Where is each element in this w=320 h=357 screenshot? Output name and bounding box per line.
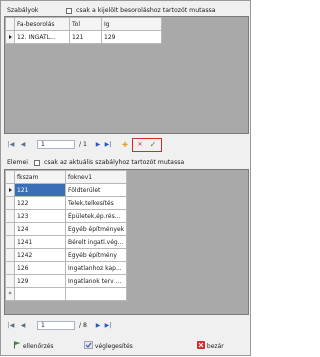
elements-table: fkszam foknev1 121 Földterület 122 Telek… <box>5 170 128 301</box>
rules-filter-checkbox[interactable] <box>66 8 72 14</box>
elements-header-row: fkszam foknev1 <box>5 170 128 184</box>
cell-foknev[interactable]: Épületek,ép.rés... <box>64 209 128 223</box>
flag-icon <box>14 341 21 349</box>
table-row[interactable]: 123 Épületek,ép.rés... <box>5 209 128 223</box>
row-header <box>5 235 15 249</box>
elements-grid[interactable]: fkszam foknev1 121 Földterület 122 Telek… <box>4 169 249 315</box>
row-header-corner <box>5 170 15 184</box>
cell-foknev[interactable]: Bérelt ingatl.vég... <box>64 235 128 249</box>
elements-navigator: |◀ ◀ 1 / 8 ▶ ▶| <box>4 319 249 333</box>
cell-tol[interactable]: 121 <box>69 30 102 44</box>
finalize-icon <box>84 341 93 349</box>
cell-fkszam[interactable]: 122 <box>14 196 66 210</box>
cell-fkszam[interactable]: 123 <box>14 209 66 223</box>
close-button-label: bezár <box>206 343 224 350</box>
elements-filter-checkbox[interactable] <box>34 160 40 166</box>
rules-group-label: Szabályok <box>7 7 39 14</box>
cell-fkszam[interactable]: 1242 <box>14 248 66 262</box>
previous-record-icon[interactable]: ◀ <box>18 140 28 150</box>
check-button[interactable]: ellenőrzés <box>13 341 54 353</box>
cell-fkszam[interactable]: 126 <box>14 261 66 275</box>
table-row[interactable]: 1241 Bérelt ingatl.vég... <box>5 235 128 249</box>
elements-record-count: / 8 <box>79 322 87 329</box>
dialog-window: Szabályok csak a kijelölt besoroláshoz t… <box>0 0 251 356</box>
save-record-icon[interactable]: ✓ <box>148 140 158 150</box>
check-button-label: ellenőrzés <box>22 343 54 350</box>
table-row[interactable]: 126 Ingatlanhoz kap... <box>5 261 128 275</box>
cell-foknev[interactable]: Egyéb építmény <box>64 248 128 262</box>
elements-position-input[interactable]: 1 <box>37 321 75 330</box>
elements-group-label: Elemei <box>7 159 28 166</box>
finalize-button[interactable]: véglegesítés <box>84 341 133 353</box>
elements-filter-label: csak az aktuális szabályhoz tartozót mut… <box>44 159 185 166</box>
column-header-fkszam[interactable]: fkszam <box>14 170 66 184</box>
first-record-icon[interactable]: |◀ <box>6 140 16 150</box>
row-header-corner <box>5 17 15 31</box>
row-header <box>5 261 15 275</box>
rules-position-input[interactable]: 1 <box>37 140 75 149</box>
cell-foknev[interactable]: Ingatlanok terv ... <box>64 274 128 288</box>
table-row[interactable]: 121 Földterület <box>5 183 128 197</box>
finalize-button-label: véglegesítés <box>94 343 133 350</box>
rules-table: Fa-besorolás Tol Ig 12. INGATL... 121 12… <box>5 17 162 44</box>
row-header <box>5 196 15 210</box>
new-row-marker: * <box>5 287 15 301</box>
cell-fkszam[interactable]: 121 <box>14 183 66 197</box>
first-record-icon[interactable]: |◀ <box>6 321 16 331</box>
column-header-tol[interactable]: Tol <box>69 17 102 31</box>
table-row[interactable]: 124 Egyéb építmények <box>5 222 128 236</box>
last-record-icon[interactable]: ▶| <box>103 140 113 150</box>
table-row[interactable]: 129 Ingatlanok terv ... <box>5 274 128 288</box>
rules-navigator: |◀ ◀ 1 / 1 ▶ ▶| ✚ ✕ ✓ <box>4 138 249 152</box>
add-record-icon[interactable]: ✚ <box>120 140 130 150</box>
row-header <box>5 274 15 288</box>
rules-filter-label: csak a kijelölt besoroláshoz tartozót mu… <box>76 7 216 14</box>
rules-header-row: Fa-besorolás Tol Ig <box>5 17 162 31</box>
table-row[interactable]: 1242 Egyéb építmény <box>5 248 128 262</box>
rules-grid[interactable]: Fa-besorolás Tol Ig 12. INGATL... 121 12… <box>4 16 249 134</box>
close-button[interactable]: bezár <box>197 341 224 353</box>
row-header <box>5 209 15 223</box>
cell-fkszam-new[interactable] <box>14 287 66 301</box>
edit-actions-highlight: ✕ ✓ <box>132 138 162 152</box>
table-row[interactable]: 12. INGATL... 121 129 <box>5 30 162 44</box>
row-header <box>5 222 15 236</box>
cell-fkszam[interactable]: 124 <box>14 222 66 236</box>
row-header <box>5 248 15 262</box>
cell-foknev-new[interactable] <box>64 287 128 301</box>
cell-foknev[interactable]: Ingatlanhoz kap... <box>64 261 128 275</box>
previous-record-icon[interactable]: ◀ <box>18 321 28 331</box>
current-row-pointer-icon <box>5 183 15 197</box>
delete-record-icon[interactable]: ✕ <box>135 140 145 150</box>
column-header-fa[interactable]: Fa-besorolás <box>14 17 70 31</box>
table-row[interactable]: 122 Telek,telkesítés <box>5 196 128 210</box>
current-row-pointer-icon <box>5 30 15 44</box>
cell-foknev[interactable]: Telek,telkesítés <box>64 196 128 210</box>
cell-fkszam[interactable]: 1241 <box>14 235 66 249</box>
cell-ig[interactable]: 129 <box>101 30 162 44</box>
rules-record-count: / 1 <box>79 141 87 148</box>
cell-foknev[interactable]: Egyéb építmények <box>64 222 128 236</box>
column-header-ig[interactable]: Ig <box>101 17 162 31</box>
new-row[interactable]: * <box>5 287 128 301</box>
last-record-icon[interactable]: ▶| <box>103 321 113 331</box>
column-header-foknev1[interactable]: foknev1 <box>64 170 128 184</box>
close-icon <box>197 341 205 349</box>
next-record-icon[interactable]: ▶ <box>93 321 103 331</box>
cell-fa-besorolas[interactable]: 12. INGATL... <box>14 30 70 44</box>
next-record-icon[interactable]: ▶ <box>93 140 103 150</box>
cell-fkszam[interactable]: 129 <box>14 274 66 288</box>
cell-foknev[interactable]: Földterület <box>64 183 128 197</box>
